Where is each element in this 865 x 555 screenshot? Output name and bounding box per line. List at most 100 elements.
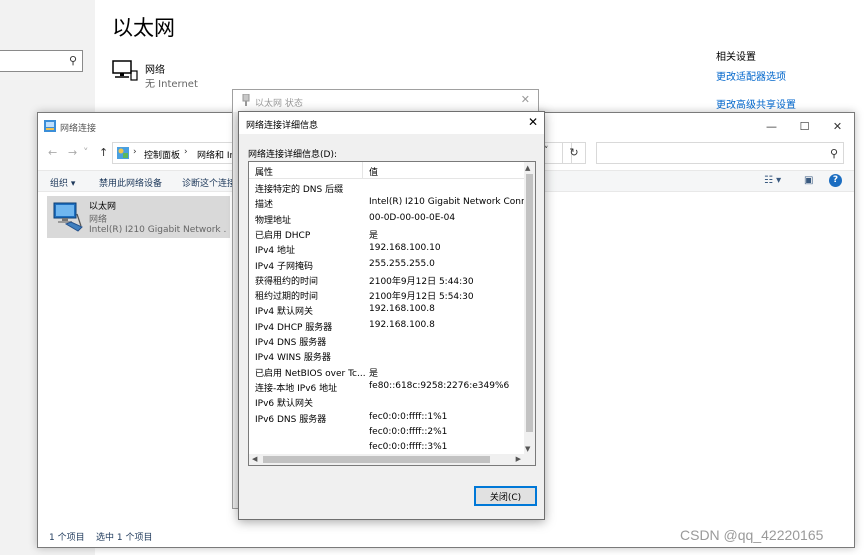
network-details-dialog: 网络连接详细信息 ✕ 网络连接详细信息(D): 属性 值 连接特定的 DNS 后… [238,111,545,520]
close-button[interactable]: ✕ [821,113,854,140]
property-cell: 获得租约的时间 [255,276,319,287]
breadcrumb-control-panel[interactable]: 控制面板 [144,148,180,161]
close-button[interactable]: 关闭(C) [474,486,537,506]
value-cell: 是 [369,368,379,379]
forward-arrow-icon[interactable]: → [68,146,77,159]
maximize-button[interactable]: ☐ [788,113,821,140]
value-cell: 2100年9月12日 5:54:30 [369,292,474,303]
refresh-button[interactable]: ↻ [562,142,586,164]
property-cell: 描述 [255,200,274,211]
table-row[interactable]: IPv4 地址 192.168.100.10 [249,241,525,256]
value-cell: fec0:0:0:ffff::2%1 [369,426,448,437]
diagnose-connection-button[interactable]: 诊断这个连接 [182,176,236,189]
disable-device-button[interactable]: 禁用此网络设备 [99,176,162,189]
value-cell: 192.168.100.8 [369,319,435,330]
window-title: 以太网 状态 [255,99,303,109]
connection-network: 网络 [89,215,108,225]
table-row[interactable]: IPv4 默认网关 192.168.100.8 [249,302,525,317]
details-list[interactable]: 属性 值 连接特定的 DNS 后缀 描述 Intel(R) I210 Gigabit… [248,161,536,466]
page-title: 以太网 [112,16,175,40]
table-row[interactable]: 物理地址 00-0D-00-00-0E-04 [249,211,525,226]
column-header-value[interactable]: 值 [369,165,378,178]
related-settings-title: 相关设置 [716,52,756,63]
connection-name: 以太网 [89,202,117,212]
scroll-up-icon[interactable]: ▲ [525,164,530,172]
value-cell: fec0:0:0:ffff::3%1 [369,442,448,453]
minimize-button[interactable]: — [755,113,788,140]
value-cell: 255.255.255.0 [369,258,435,269]
table-row[interactable]: 描述 Intel(R) I210 Gigabit Network Conne [249,195,525,210]
column-divider[interactable] [362,162,363,179]
property-cell: 租约过期的时间 [255,292,319,303]
close-icon[interactable]: ✕ [521,93,530,106]
details-caption: 网络连接详细信息(D): [248,150,337,160]
breadcrumb-network-and-internet[interactable]: 网络和 In [197,148,235,161]
help-icon[interactable]: ? [829,174,842,187]
ethernet-adapter-icon [53,202,83,232]
value-cell: Intel(R) I210 Gigabit Network Conne [369,197,525,208]
table-row[interactable]: fec0:0:0:ffff::3%1 [249,440,525,455]
property-cell: 物理地址 [255,215,292,226]
property-cell: 已启用 NetBIOS over Tc... [255,368,365,379]
table-row[interactable]: 连接特定的 DNS 后缀 [249,180,525,195]
title-bar[interactable]: 网络连接详细信息 ✕ [239,112,544,134]
scroll-down-icon[interactable]: ▼ [525,445,530,453]
value-cell: fec0:0:0:ffff::1%1 [369,411,448,422]
connection-adapter: Intel(R) I210 Gigabit Network ... [89,225,227,235]
search-icon: ⚲ [829,147,838,160]
table-row[interactable]: IPv6 默认网关 [249,394,525,409]
close-icon[interactable]: ✕ [528,115,538,129]
vertical-scrollbar[interactable]: ▲ ▼ [524,162,535,455]
breadcrumb-separator-icon: › [133,147,137,157]
value-cell: fe80::618c:9258:2276:e349%6 [369,380,510,391]
change-view-icon[interactable]: ☷ ▾ [764,175,781,186]
back-arrow-icon[interactable]: ← [48,146,57,159]
organize-menu[interactable]: 组织 ▾ [50,176,75,189]
table-row[interactable]: fec0:0:0:ffff::2%1 [249,425,525,440]
scroll-right-icon[interactable]: ▶ [516,455,521,463]
value-cell: 是 [369,230,379,241]
up-arrow-icon[interactable]: ↑ [99,146,108,159]
property-cell: 已启用 DHCP [255,230,311,241]
value-cell: 00-0D-00-00-0E-04 [369,212,456,223]
change-sharing-options-link[interactable]: 更改高级共享设置 [716,96,796,111]
table-row[interactable]: 获得租约的时间 2100年9月12日 5:44:30 [249,272,525,287]
recent-locations-chevron-icon[interactable]: ˅ [83,146,89,159]
search-input[interactable]: ⚲ [596,142,844,164]
property-cell: 连接特定的 DNS 后缀 [255,185,344,195]
property-cell: IPv4 WINS 服务器 [255,353,331,364]
table-row[interactable]: IPv4 子网掩码 255.255.255.0 [249,257,525,272]
title-bar[interactable]: 以太网 状态 ✕ [233,90,538,112]
table-row[interactable]: IPv4 DHCP 服务器 192.168.100.8 [249,318,525,333]
scroll-left-icon[interactable]: ◀ [252,455,257,463]
selected-count: 选中 1 个项目 [96,533,153,543]
table-row[interactable]: IPv6 DNS 服务器 fec0:0:0:ffff::1%1 [249,410,525,425]
value-cell: 2100年9月12日 5:44:30 [369,276,474,287]
item-count: 1 个项目 [49,533,85,543]
property-cell: IPv4 DNS 服务器 [255,338,327,348]
scrollbar-thumb[interactable] [263,456,490,463]
table-row[interactable]: IPv4 DNS 服务器 [249,333,525,348]
table-row[interactable]: IPv4 WINS 服务器 [249,348,525,363]
horizontal-scrollbar[interactable]: ◀ ▶ [249,454,535,465]
property-cell: IPv4 DHCP 服务器 [255,322,333,333]
scrollbar-thumb[interactable] [526,174,533,432]
network-status: 无 Internet [145,79,198,90]
window-title: 网络连接 [60,124,97,134]
change-adapter-options-link[interactable]: 更改适配器选项 [716,68,786,83]
table-row[interactable]: 已启用 NetBIOS over Tc... 是 [249,364,525,379]
ethernet-connection-item[interactable]: 以太网 网络 Intel(R) I210 Gigabit Network ... [47,196,230,238]
watermark: CSDN @qq_42220165 [680,527,824,543]
list-header: 属性 值 [249,162,525,179]
table-row[interactable]: 已启用 DHCP 是 [249,226,525,241]
table-row[interactable]: 连接-本地 IPv6 地址 fe80::618c:9258:2276:e349%6 [249,379,525,394]
network-connections-icon [44,120,56,132]
settings-search-input[interactable]: ⚲ [0,50,83,72]
property-cell: IPv4 地址 [255,246,295,257]
control-panel-icon [117,147,129,159]
table-row[interactable]: 租约过期的时间 2100年9月12日 5:54:30 [249,287,525,302]
property-cell: 连接-本地 IPv6 地址 [255,383,338,394]
column-header-property[interactable]: 属性 [255,165,273,178]
preview-pane-icon[interactable]: ▣ [804,175,813,186]
property-cell: IPv4 子网掩码 [255,261,313,272]
